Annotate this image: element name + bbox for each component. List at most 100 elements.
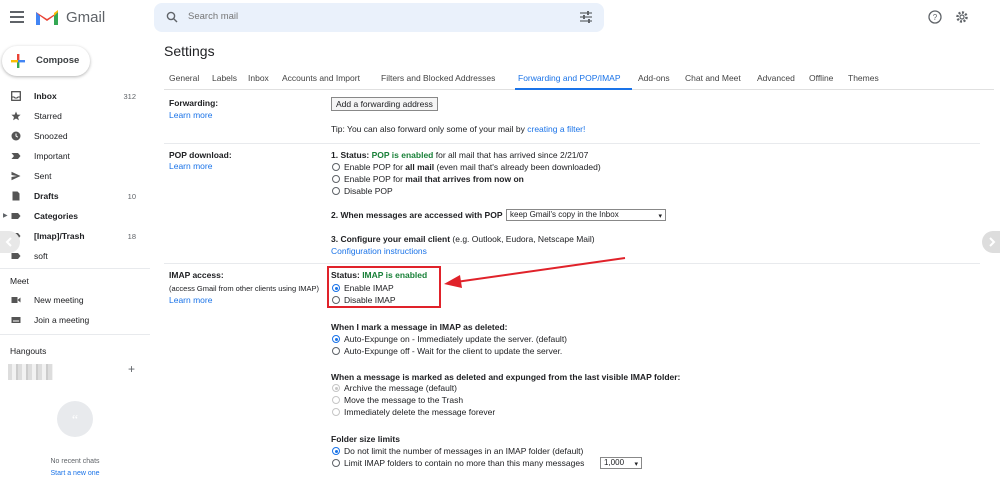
limit-radio[interactable]	[332, 459, 340, 467]
tab-advanced[interactable]: Advanced	[757, 73, 795, 83]
new-meeting-label: New meeting	[34, 295, 84, 305]
compose-label: Compose	[36, 55, 80, 66]
tab-themes[interactable]: Themes	[848, 73, 879, 83]
pop-download-label: POP download:	[169, 150, 232, 160]
label-icon	[11, 213, 21, 219]
delete-forever-label: Immediately delete the message forever	[344, 407, 496, 417]
search-bar[interactable]	[154, 3, 604, 32]
scroll-left-button[interactable]	[0, 231, 20, 253]
clock-icon	[11, 131, 21, 141]
sidebar: Compose Inbox 312 Starred Snoozed Import…	[0, 36, 150, 483]
send-icon	[11, 171, 21, 181]
tab-add-ons[interactable]: Add-ons	[638, 73, 670, 83]
delete-forever-radio[interactable]	[332, 408, 340, 416]
tab-labels[interactable]: Labels	[212, 73, 237, 83]
tab-chat-meet[interactable]: Chat and Meet	[685, 73, 741, 83]
add-chat-plus-icon[interactable]: +	[128, 362, 135, 376]
forwarding-learn-more[interactable]: Learn more	[169, 110, 212, 120]
auto-expunge-off-radio[interactable]	[332, 347, 340, 355]
sidebar-item-sent[interactable]: Sent	[0, 166, 150, 186]
step3-title: 3. Configure your email client	[331, 234, 451, 244]
video-camera-icon	[11, 297, 21, 303]
compose-plus-icon	[11, 54, 25, 68]
new-meeting-button[interactable]: New meeting	[0, 290, 150, 310]
sidebar-item-snoozed[interactable]: Snoozed	[0, 126, 150, 146]
disable-pop-radio[interactable]	[332, 187, 340, 195]
pop-action-select[interactable]: keep Gmail's copy in the Inbox ▾	[506, 209, 666, 221]
gmail-logo[interactable]: Gmail	[34, 7, 105, 27]
enable-pop-new-radio[interactable]	[332, 175, 340, 183]
no-recent-chats: No recent chats	[50, 458, 100, 465]
expunged-title: When a message is marked as deleted and …	[331, 372, 681, 382]
enable-pop-all-radio[interactable]	[332, 163, 340, 171]
sidebar-divider	[0, 268, 150, 269]
sidebar-item-categories[interactable]: ▶ Categories	[0, 206, 150, 226]
join-meeting-button[interactable]: Join a meeting	[0, 310, 150, 330]
sidebar-item-important[interactable]: Important	[0, 146, 150, 166]
archive-label: Archive the message (default)	[344, 383, 457, 393]
gear-icon[interactable]	[955, 10, 969, 24]
search-input[interactable]	[188, 11, 488, 22]
top-bar: Gmail ?	[0, 0, 1000, 36]
archive-radio[interactable]	[332, 384, 340, 392]
pop-step3: 3. Configure your email client (e.g. Out…	[331, 234, 595, 244]
add-forwarding-address-button[interactable]: Add a forwarding address	[331, 97, 438, 111]
important-icon	[11, 153, 21, 159]
help-icon[interactable]: ?	[928, 10, 942, 24]
tab-general[interactable]: General	[169, 73, 199, 83]
chat-bubble-icon: “	[57, 401, 93, 437]
enable-pop-all-label: Enable POP for all mail (even mail that'…	[344, 162, 601, 172]
tab-offline[interactable]: Offline	[809, 73, 833, 83]
gmail-m-icon	[36, 10, 58, 25]
expand-arrow-icon[interactable]: ▶	[3, 212, 8, 219]
search-options-icon[interactable]	[580, 11, 592, 23]
tab-forwarding-pop-imap[interactable]: Forwarding and POP/IMAP	[518, 73, 621, 83]
sidebar-item-soft[interactable]: soft	[0, 246, 150, 266]
auto-expunge-on-radio[interactable]	[332, 335, 340, 343]
tab-inbox[interactable]: Inbox	[248, 73, 269, 83]
sidebar-item-label: Inbox	[34, 91, 57, 101]
search-icon[interactable]	[166, 11, 178, 23]
pop-status-prefix: 1. Status:	[331, 150, 370, 160]
section-divider	[164, 143, 980, 144]
sidebar-item-starred[interactable]: Starred	[0, 106, 150, 126]
folder-limit-select[interactable]: 1,000 ▾	[600, 457, 642, 469]
sidebar-item-imap-trash[interactable]: ▶ [Imap]/Trash 18	[0, 226, 150, 246]
tab-filters[interactable]: Filters and Blocked Addresses	[381, 73, 495, 83]
deleted-title: When I mark a message in IMAP as deleted…	[331, 322, 508, 332]
opt-text: Enable POP for	[344, 162, 403, 172]
sidebar-item-label: soft	[34, 251, 48, 261]
configuration-instructions-link[interactable]: Configuration instructions	[331, 246, 427, 256]
pop-status-value: POP is enabled	[371, 150, 434, 160]
tip-text: Tip: You can also forward only some of y…	[331, 124, 525, 134]
opt-bold: mail that arrives from now on	[405, 174, 524, 184]
settings-tabs: General Labels Inbox Accounts and Import…	[164, 70, 994, 90]
trash-radio[interactable]	[332, 396, 340, 404]
opt-bold: all mail	[405, 162, 435, 172]
pop-learn-more[interactable]: Learn more	[169, 161, 212, 171]
sidebar-item-label: [Imap]/Trash	[34, 231, 85, 241]
enable-pop-new-label: Enable POP for mail that arrives from no…	[344, 174, 524, 184]
star-icon	[11, 111, 21, 121]
imap-access-label: IMAP access:	[169, 270, 224, 280]
start-new-chat-link[interactable]: Start a new one	[0, 470, 150, 477]
chevron-down-icon: ▾	[658, 213, 662, 220]
main-menu-icon[interactable]	[10, 11, 24, 23]
no-limit-radio[interactable]	[332, 447, 340, 455]
sidebar-item-drafts[interactable]: Drafts 10	[0, 186, 150, 206]
scroll-right-button[interactable]	[982, 231, 1000, 253]
page-title: Settings	[164, 43, 215, 59]
sidebar-item-label: Snoozed	[34, 131, 68, 141]
create-filter-link[interactable]: creating a filter!	[527, 124, 585, 134]
keyboard-icon	[11, 317, 21, 323]
sidebar-item-inbox[interactable]: Inbox 312	[0, 86, 150, 106]
step3-desc: (e.g. Outlook, Eudora, Netscape Mail)	[452, 234, 595, 244]
compose-button[interactable]: Compose	[2, 46, 90, 76]
join-meeting-label: Join a meeting	[34, 315, 90, 325]
imap-learn-more[interactable]: Learn more	[169, 295, 212, 305]
tab-accounts-import[interactable]: Accounts and Import	[282, 73, 360, 83]
hangouts-user-avatar[interactable]	[8, 364, 53, 380]
svg-text:?: ?	[933, 13, 938, 22]
sidebar-item-label: Important	[34, 151, 70, 161]
trash-count: 18	[127, 232, 136, 241]
